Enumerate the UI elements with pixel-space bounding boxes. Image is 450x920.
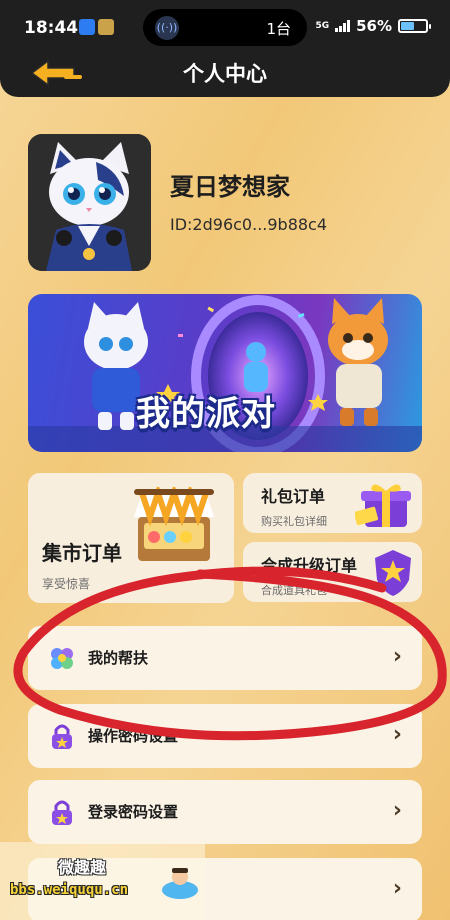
chevron-right-icon: › (392, 644, 402, 669)
menu-my-help[interactable]: 我的帮扶 › (28, 626, 422, 690)
gift-orders-card[interactable]: 礼包订单 购买礼包详细 (243, 473, 422, 533)
gift-box-icon (355, 484, 411, 527)
lock-icon (52, 800, 72, 825)
battery-percent: 56% (356, 17, 392, 35)
watermark: 微趣趣 bbs.weiququ.cn (0, 842, 205, 920)
chevron-right-icon: › (392, 876, 402, 901)
mascot-icon (162, 868, 198, 899)
party-banner[interactable]: 我的派对 (28, 294, 422, 452)
banner-title: 我的派对 (136, 394, 276, 434)
page-title: 个人中心 (183, 62, 267, 86)
notification-app-icon (79, 19, 95, 35)
battery-icon (398, 19, 431, 33)
island-count: 1台 (266, 20, 291, 38)
watermark-brand: 微趣趣 (58, 858, 107, 877)
chevron-right-icon: › (392, 798, 402, 823)
synthesis-orders-subtitle: 合成道具礼包 (261, 584, 327, 597)
synthesis-orders-title: 合成升级订单 (261, 556, 358, 575)
menu-login-password-label: 登录密码设置 (88, 803, 179, 821)
user-nickname: 夏日梦想家 (170, 173, 290, 201)
gift-orders-subtitle: 购买礼包详细 (261, 515, 327, 528)
top-header: 18:44 ((·)) 1台 5G 56% 个人中心 (0, 0, 450, 97)
upgrade-shield-icon (375, 550, 411, 596)
dynamic-island[interactable]: ((·)) 1台 (143, 9, 307, 46)
menu-my-help-label: 我的帮扶 (88, 649, 149, 667)
nfc-icon: ((·)) (155, 16, 179, 40)
menu-operation-password[interactable]: 操作密码设置 › (28, 704, 422, 768)
status-indicators: 5G 56% (315, 17, 431, 35)
flower-icon (51, 648, 73, 669)
market-orders-card[interactable]: 集市订单 享受惊喜 (28, 473, 234, 603)
notification-app-icon (98, 19, 114, 35)
user-id[interactable]: ID:2d96c0...9b88c4 (170, 215, 327, 234)
market-orders-title: 集市订单 (42, 541, 122, 565)
lock-icon (52, 724, 72, 749)
menu-login-password[interactable]: 登录密码设置 › (28, 780, 422, 844)
synthesis-orders-card[interactable]: 合成升级订单 合成道具礼包 (243, 542, 422, 602)
market-stall-icon (134, 487, 214, 561)
watermark-url: bbs.weiququ.cn (10, 882, 129, 898)
menu-operation-password-label: 操作密码设置 (88, 727, 179, 745)
market-orders-subtitle: 享受惊喜 (42, 577, 91, 591)
avatar[interactable] (28, 134, 151, 271)
status-time: 18:44 (24, 18, 79, 38)
gift-orders-title: 礼包订单 (261, 487, 326, 506)
chevron-right-icon: › (392, 722, 402, 747)
network-type: 5G (315, 20, 330, 31)
signal-icon (335, 20, 351, 32)
